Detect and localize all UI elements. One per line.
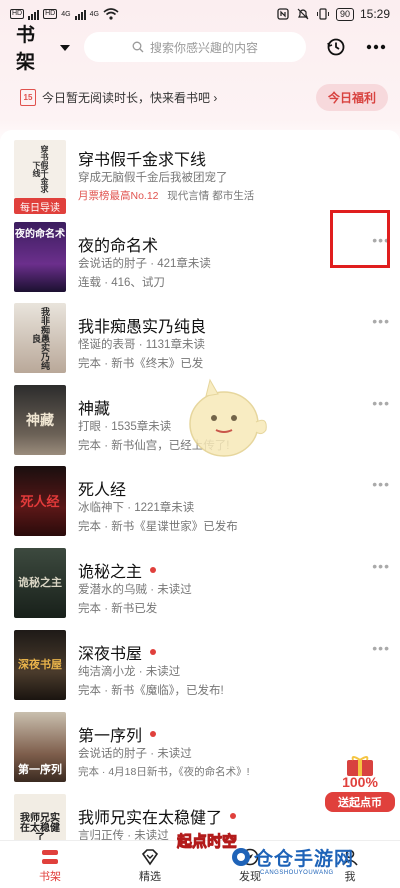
- daily-guide-badge: 每日导读: [14, 198, 66, 214]
- search-bar[interactable]: 搜索你感兴趣的内容: [83, 32, 307, 62]
- reading-time-text: 今日暂无阅读时长，快来看书吧 ›: [42, 90, 218, 105]
- calendar-icon: 15: [20, 88, 36, 106]
- page-title[interactable]: 书架: [16, 20, 54, 74]
- book-author-progress: 纯洁滴小龙 · 未读过: [78, 666, 181, 678]
- history-icon[interactable]: [324, 35, 348, 59]
- book-more-icon[interactable]: •••: [372, 313, 390, 329]
- signal-icon-2: [74, 8, 86, 20]
- hd-badge-2: HD: [43, 9, 58, 19]
- search-placeholder: 搜索你感兴趣的内容: [150, 40, 259, 55]
- book-cover: 我非痴愚实乃纯良: [14, 303, 66, 373]
- update-dot: [230, 813, 237, 819]
- book-subtitle: 穿成无脑假千金后我被团宠了: [78, 172, 228, 184]
- book-item-recommended[interactable]: 穿书假千金求下线 每日导读 穿书假千金求下线 穿成无脑假千金后我被团宠了 月票榜…: [0, 140, 400, 214]
- book-title: 夜的命名术: [78, 238, 159, 255]
- book-author-progress: 怪诞的表哥 · 1131章未读: [78, 339, 205, 351]
- book-cover: 夜的命名术: [14, 222, 66, 292]
- update-dot: [150, 567, 157, 573]
- book-author-progress: 会说话的肘子 · 421章未读: [78, 258, 211, 270]
- book-more-icon[interactable]: •••: [372, 640, 390, 656]
- book-status: 完本 · 新书《星谍世家》已发布: [78, 521, 238, 533]
- network-status: HD HD 4G 4G: [10, 8, 119, 20]
- daily-welfare-button[interactable]: 今日福利: [315, 83, 388, 111]
- status-right: 90 15:29: [276, 7, 390, 21]
- clock: 15:29: [359, 7, 390, 21]
- book-title: 我师兄实在太稳健了: [78, 804, 237, 828]
- book-title: 第一序列: [78, 722, 157, 746]
- book-cover: 穿书假千金求下线: [14, 140, 66, 198]
- reading-time-banner[interactable]: 15 今日暂无阅读时长，快来看书吧 › 今日福利: [0, 82, 400, 112]
- more-options-icon[interactable]: [364, 35, 388, 59]
- network-type-label-2: 4G: [89, 10, 99, 18]
- site-watermark: 仓仓手游网 CANGSHOUYOUWANG: [230, 840, 398, 886]
- rank-label: 月票榜最高No.12: [78, 190, 159, 202]
- book-title: 深夜书屋: [78, 640, 157, 664]
- book-cover: 诡秘之主: [14, 548, 66, 618]
- nfc-icon: [277, 8, 289, 20]
- tab-label: 书架: [39, 871, 61, 883]
- update-dot: [150, 731, 157, 737]
- book-more-icon[interactable]: •••: [372, 558, 390, 574]
- book-more-icon[interactable]: •••: [372, 395, 390, 411]
- diamond-icon: [137, 846, 163, 868]
- book-author-progress: 爱潜水的乌贼 · 未读过: [78, 584, 192, 596]
- book-item[interactable]: 夜的命名术 夜的命名术 会说话的肘子 · 421章未读 连载 · 416、试刀 …: [0, 210, 400, 296]
- network-type-label: 4G: [61, 10, 71, 18]
- status-bar: HD HD 4G 4G 90 15:29: [0, 0, 400, 28]
- book-item[interactable]: 诡秘之主 诡秘之主 爱潜水的乌贼 · 未读过 完本 · 新书已发 •••: [0, 548, 400, 622]
- book-title: 死人经: [78, 482, 127, 499]
- search-icon: [132, 41, 144, 53]
- book-cover: 我师兄实在太稳健了: [14, 794, 66, 840]
- tab-label: 精选: [139, 871, 161, 883]
- chevron-down-icon[interactable]: [59, 45, 70, 51]
- battery-indicator: 90: [335, 7, 354, 21]
- book-author-progress: 会说话的肘子 · 未读过: [78, 748, 192, 760]
- reward-label: 送起点币: [325, 792, 395, 812]
- book-cover: 深夜书屋: [14, 630, 66, 700]
- book-author-progress: 冰临神下 · 1221章未读: [78, 502, 195, 514]
- hd-badge: HD: [10, 9, 25, 19]
- signal-icon: [28, 8, 40, 20]
- mascot-sticker: [189, 378, 267, 457]
- book-item[interactable]: 深夜书屋 深夜书屋 纯洁滴小龙 · 未读过 完本 · 新书《魔临》，已发布! •…: [0, 630, 400, 704]
- watermark-logo-icon: [232, 848, 250, 866]
- book-cover: 第一序列: [14, 712, 66, 782]
- book-status: 完本 · 4月18日新书，《夜的命名术》!: [78, 766, 250, 778]
- book-author-progress: 言归正传 · 未读过: [78, 830, 169, 840]
- reward-float-badge[interactable]: 100% 送起点币: [325, 756, 395, 812]
- vibrate-icon: [316, 8, 329, 20]
- tab-bookshelf[interactable]: 书架: [0, 841, 100, 888]
- book-more-icon[interactable]: •••: [372, 476, 390, 492]
- book-title: 穿书假千金求下线: [78, 152, 207, 169]
- book-status: 完本 · 新书已发: [78, 603, 158, 615]
- book-title: 诡秘之主: [78, 558, 157, 582]
- book-title: 神藏: [78, 401, 111, 418]
- book-author-progress: 打眼 · 1535章未读: [78, 421, 172, 433]
- book-item[interactable]: 我非痴愚实乃纯良 我非痴愚实乃纯良 怪诞的表哥 · 1131章未读 完本 · 新…: [0, 303, 400, 377]
- book-status: 完本 · 新书《魔临》，已发布!: [78, 685, 224, 697]
- book-status: 连载 · 416、试刀: [78, 277, 165, 289]
- book-title: 我非痴愚实乃纯良: [78, 319, 207, 336]
- top-bar: 书架 搜索你感兴趣的内容: [0, 25, 400, 73]
- book-item[interactable]: 死人经 死人经 冰临神下 · 1221章未读 完本 · 新书《星谍世家》已发布 …: [0, 466, 400, 540]
- bookshelf-list: 穿书假千金求下线 每日导读 穿书假千金求下线 穿成无脑假千金后我被团宠了 月票榜…: [0, 130, 400, 840]
- watermark-subtext: CANGSHOUYOUWANG: [260, 870, 334, 876]
- reward-percent: 100%: [342, 774, 378, 790]
- book-tags: 月票榜最高No.12 现代言情 都市生活: [78, 190, 255, 202]
- mute-bell-icon: [297, 8, 309, 20]
- book-cover: 死人经: [14, 466, 66, 536]
- bookshelf-icon: [37, 846, 63, 868]
- book-status: 完本 · 新书《终末》已发: [78, 358, 204, 370]
- watermark-text: 仓仓手游网: [254, 849, 355, 870]
- annotation-highlight-box: [330, 210, 390, 268]
- wifi-icon: [103, 8, 119, 20]
- book-cover: 神藏: [14, 385, 66, 455]
- update-dot: [150, 649, 157, 655]
